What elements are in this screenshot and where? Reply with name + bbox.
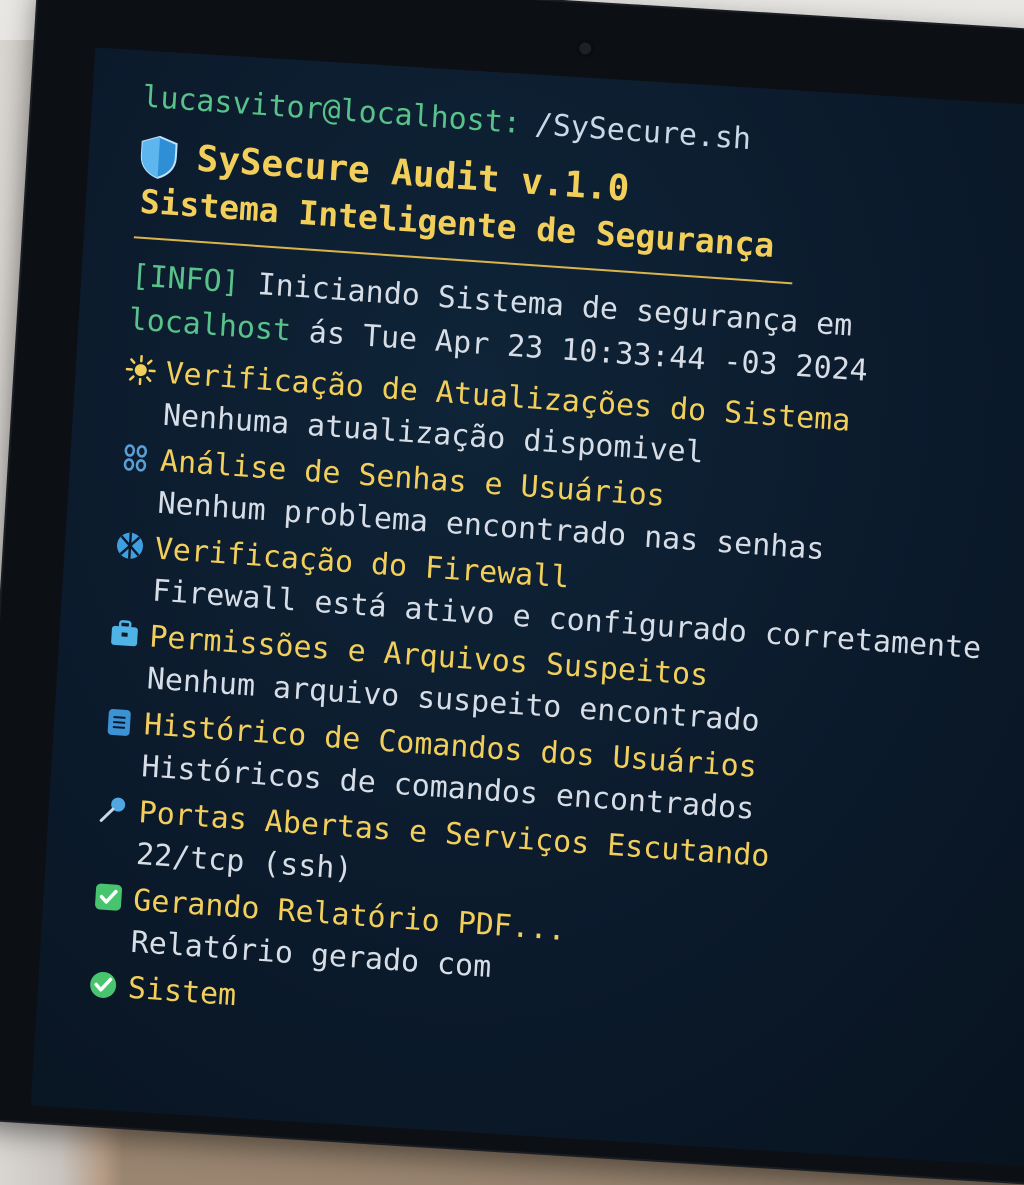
checkbox-icon — [93, 881, 125, 913]
briefcase-icon — [109, 618, 141, 650]
users-icon — [120, 442, 152, 474]
shield-icon — [138, 133, 181, 180]
info-host: localhost — [128, 302, 292, 348]
firewall-icon — [114, 530, 146, 562]
prompt-user: lucasvitor@localhost: — [141, 80, 522, 141]
webcam — [576, 39, 595, 58]
laptop-bezel: lucasvitor@localhost:/SySecure.sh SySecu… — [0, 0, 1024, 1185]
terminal-screen: lucasvitor@localhost:/SySecure.sh SySecu… — [31, 48, 1024, 1167]
pin-icon — [98, 793, 130, 825]
terminal-output: lucasvitor@localhost:/SySecure.sh SySecu… — [87, 77, 1024, 1070]
prompt-command: /SySecure.sh — [534, 107, 752, 157]
sun-icon — [125, 354, 157, 386]
info-tag: [INFO] — [130, 258, 240, 300]
check-circle-icon — [87, 969, 119, 1001]
clipboard-icon — [103, 705, 135, 737]
